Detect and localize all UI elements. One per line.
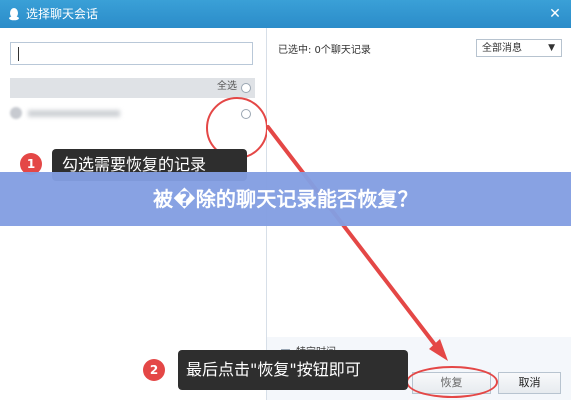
select-all-row[interactable]: 全选: [10, 78, 255, 98]
message-filter-select[interactable]: 全部消息 ▼: [476, 39, 562, 57]
close-button[interactable]: ✕: [547, 6, 563, 22]
search-input[interactable]: [10, 42, 253, 65]
chat-session-dialog: 选择聊天会话 ✕ 全选 已选中: 0个聊天记录 全部消息 ▼ 特定时间 恢复 取…: [0, 0, 571, 400]
title-bar: 选择聊天会话 ✕: [0, 0, 571, 28]
window-title: 选择聊天会话: [26, 7, 99, 21]
step-2-badge: 2: [143, 359, 165, 381]
penguin-icon: [9, 8, 19, 21]
contact-name-redacted: [28, 110, 120, 117]
chevron-down-icon: ▼: [548, 43, 555, 53]
title-banner: 被�除的聊天记录能否恢复？: [0, 172, 571, 226]
cancel-button[interactable]: 取消: [498, 372, 561, 394]
select-all-label: 全选: [217, 81, 237, 92]
contact-avatar: [10, 107, 22, 119]
text-cursor: [18, 47, 19, 61]
step-2-callout: 最后点击"恢复"按钮即可: [178, 350, 408, 390]
message-filter-value: 全部消息: [482, 43, 522, 54]
restore-highlight-ellipse: [406, 366, 498, 398]
select-all-radio[interactable]: [241, 83, 251, 93]
selected-count-text: 已选中: 0个聊天记录: [278, 45, 371, 56]
